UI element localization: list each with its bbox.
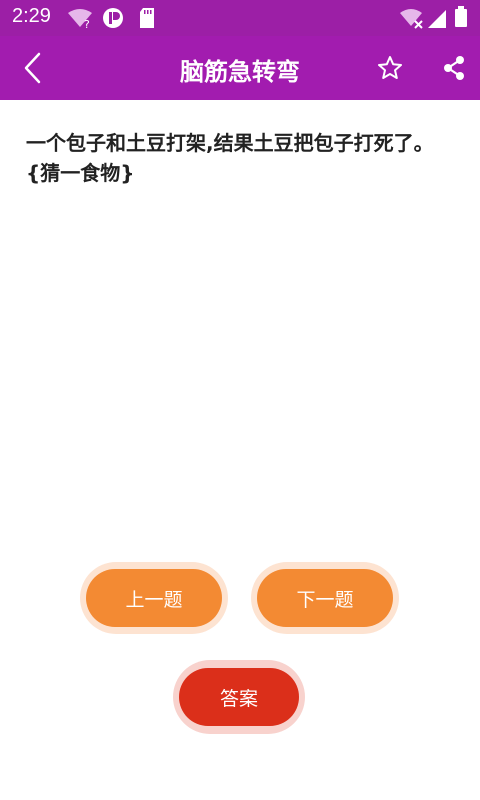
wifi-unknown-icon: ? — [66, 8, 96, 34]
share-icon — [444, 56, 464, 80]
app-bar: 脑筋急转弯 — [0, 36, 480, 100]
sd-card-icon — [138, 7, 156, 33]
cell-signal-icon — [426, 8, 448, 34]
status-time: 2:29 — [12, 5, 51, 27]
star-icon — [378, 56, 402, 79]
prev-button-halo: 上一题 — [80, 562, 228, 634]
prev-question-button[interactable]: 上一题 — [86, 569, 222, 627]
wifi-off-icon — [398, 8, 426, 34]
share-button[interactable] — [436, 50, 472, 86]
page-title: 脑筋急转弯 — [180, 58, 300, 86]
next-question-button[interactable]: 下一题 — [257, 569, 393, 627]
status-bar: 2:29 ? — [0, 0, 480, 36]
app-notification-icon — [102, 7, 124, 33]
answer-button[interactable]: 答案 — [179, 668, 299, 726]
svg-text:?: ? — [84, 18, 90, 30]
question-text: 一个包子和土豆打架,结果土豆把包子打死了。{猜一食物} — [26, 131, 434, 185]
answer-button-halo: 答案 — [173, 660, 305, 734]
next-button-halo: 下一题 — [251, 562, 399, 634]
favorite-button[interactable] — [372, 50, 408, 86]
battery-icon — [454, 6, 468, 32]
